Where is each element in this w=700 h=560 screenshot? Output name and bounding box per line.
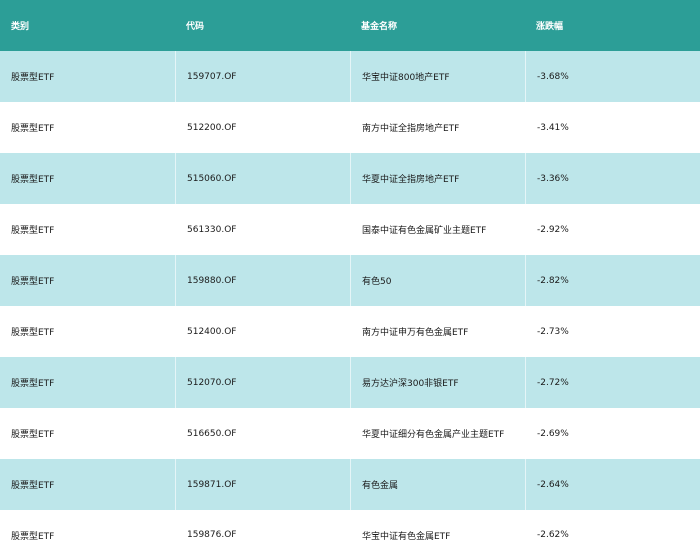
cell-fund-name: 南方中证申万有色金属ETF <box>350 306 525 357</box>
header-fund-name: 基金名称 <box>361 22 398 32</box>
cell-code: 512070.OF <box>175 357 350 408</box>
cell-code: 561330.OF <box>175 204 350 255</box>
cell-change: -2.72% <box>525 357 700 408</box>
cell-code: 512200.OF <box>175 102 350 153</box>
cell-category: 股票型ETF <box>11 73 55 83</box>
cell-change: -2.92% <box>525 204 700 255</box>
table-row: 股票型ETF 159871.OF 有色金属 -2.64% <box>0 459 700 510</box>
cell-fund-name: 南方中证全指房地产ETF <box>350 102 525 153</box>
table-row: 股票型ETF 159707.OF 华宝中证800地产ETF -3.68% <box>0 51 700 102</box>
table-row: 股票型ETF 516650.OF 华夏中证细分有色金属产业主题ETF -2.69… <box>0 408 700 459</box>
cell-fund-name: 华夏中证全指房地产ETF <box>350 153 525 204</box>
cell-change: -3.36% <box>525 153 700 204</box>
header-category: 类别 <box>11 22 30 32</box>
cell-category: 股票型ETF <box>11 430 55 440</box>
cell-category: 股票型ETF <box>11 481 55 491</box>
cell-change: -2.73% <box>525 306 700 357</box>
cell-category: 股票型ETF <box>11 226 55 236</box>
cell-category: 股票型ETF <box>11 175 55 185</box>
table-row: 股票型ETF 159876.OF 华宝中证有色金属ETF -2.62% <box>0 510 700 560</box>
cell-code: 159876.OF <box>175 510 350 560</box>
table-row: 股票型ETF 159880.OF 有色50 -2.82% <box>0 255 700 306</box>
cell-change: -2.69% <box>525 408 700 459</box>
cell-category: 股票型ETF <box>11 379 55 389</box>
table-row: 股票型ETF 512070.OF 易方达沪深300非银ETF -2.72% <box>0 357 700 408</box>
cell-code: 159707.OF <box>175 51 350 102</box>
cell-code: 516650.OF <box>175 408 350 459</box>
cell-category: 股票型ETF <box>11 124 55 134</box>
cell-change: -2.64% <box>525 459 700 510</box>
cell-code: 159871.OF <box>175 459 350 510</box>
cell-fund-name: 华夏中证细分有色金属产业主题ETF <box>350 408 525 459</box>
cell-fund-name: 易方达沪深300非银ETF <box>350 357 525 408</box>
table-row: 股票型ETF 515060.OF 华夏中证全指房地产ETF -3.36% <box>0 153 700 204</box>
cell-fund-name: 国泰中证有色金属矿业主题ETF <box>350 204 525 255</box>
header-change: 涨跌幅 <box>536 22 564 32</box>
cell-code: 515060.OF <box>175 153 350 204</box>
table-header: 类别 代码 基金名称 涨跌幅 <box>0 0 700 51</box>
cell-change: -3.41% <box>525 102 700 153</box>
cell-category: 股票型ETF <box>11 531 55 542</box>
cell-code: 512400.OF <box>175 306 350 357</box>
header-code: 代码 <box>186 22 205 32</box>
cell-change: -2.62% <box>525 510 700 560</box>
cell-fund-name: 有色金属 <box>350 459 525 510</box>
cell-category: 股票型ETF <box>11 328 55 338</box>
table-row: 股票型ETF 512400.OF 南方中证申万有色金属ETF -2.73% <box>0 306 700 357</box>
cell-change: -2.82% <box>525 255 700 306</box>
table-row: 股票型ETF 561330.OF 国泰中证有色金属矿业主题ETF -2.92% <box>0 204 700 255</box>
fund-table: 类别 代码 基金名称 涨跌幅 股票型ETF 159707.OF 华宝中证800地… <box>0 0 700 560</box>
cell-fund-name: 华宝中证800地产ETF <box>350 51 525 102</box>
cell-fund-name: 华宝中证有色金属ETF <box>350 510 525 560</box>
cell-code: 159880.OF <box>175 255 350 306</box>
cell-category: 股票型ETF <box>11 277 55 287</box>
cell-change: -3.68% <box>525 51 700 102</box>
cell-fund-name: 有色50 <box>350 255 525 306</box>
table-row: 股票型ETF 512200.OF 南方中证全指房地产ETF -3.41% <box>0 102 700 153</box>
